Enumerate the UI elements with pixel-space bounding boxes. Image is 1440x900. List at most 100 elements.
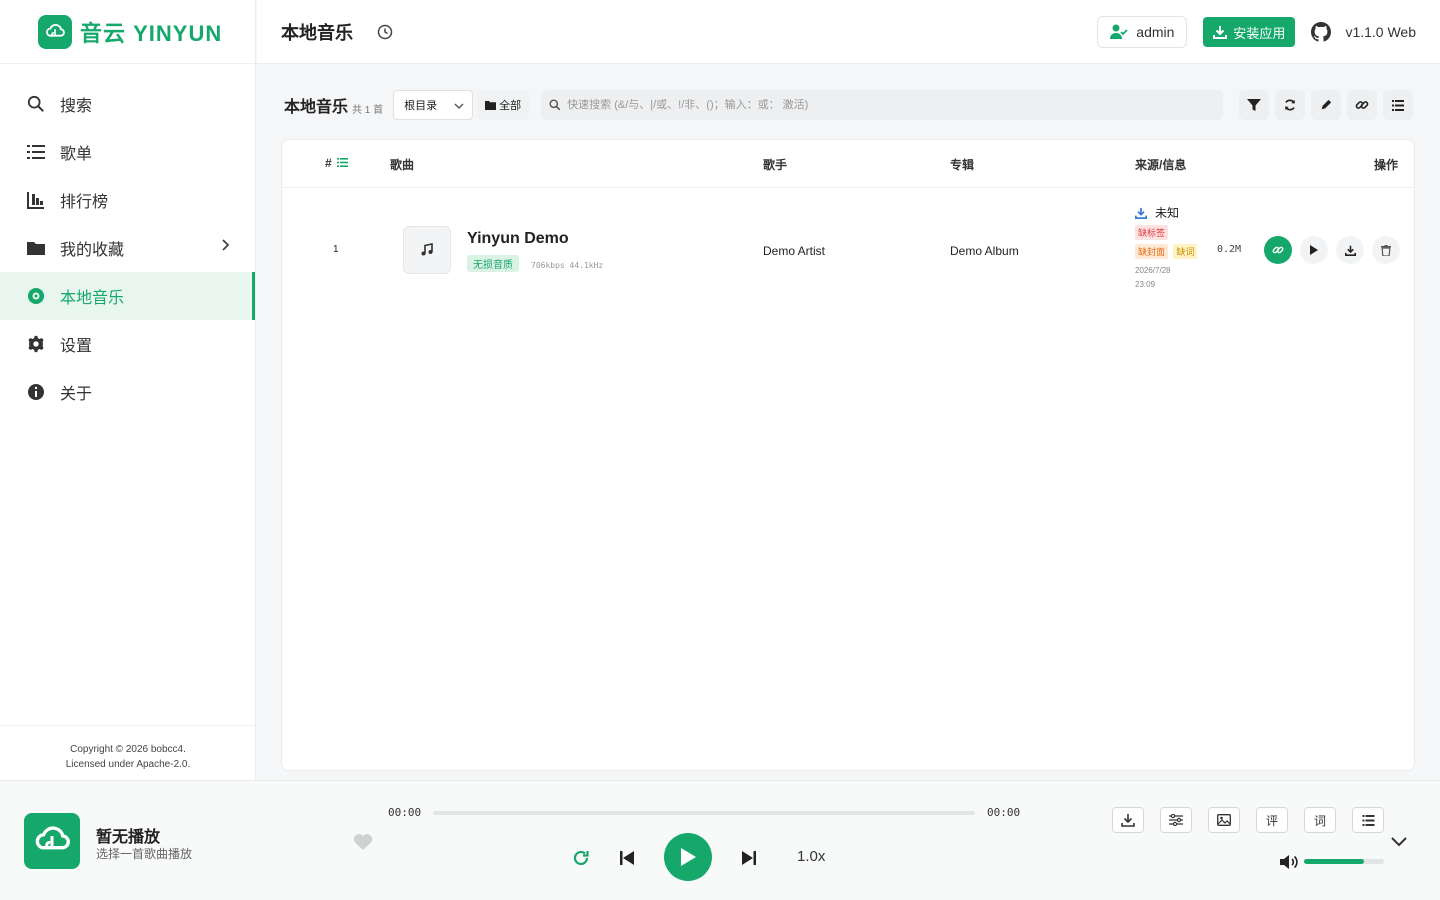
app-logo-icon [35, 826, 70, 850]
column-index[interactable]: # [325, 156, 349, 170]
search-input[interactable] [567, 99, 1208, 111]
table-row[interactable]: 1 Yinyun Demo 无损音质 706kbps 44.1kHz Demo A… [282, 200, 1414, 300]
filter-button[interactable] [1239, 90, 1270, 120]
sliders-icon [1169, 814, 1183, 826]
song-count: 共 1 首 [352, 104, 384, 116]
sidebar-item-charts[interactable]: 排行榜 [0, 176, 255, 224]
scope-all-button[interactable]: 全部 [477, 90, 530, 120]
sidebar-item-label: 本地音乐 [60, 290, 125, 307]
play-button[interactable] [664, 833, 712, 881]
added-date-day: 2026/7/28 [1135, 266, 1171, 275]
brand-logo[interactable]: 音云 YINYUN [0, 0, 255, 64]
app-logo-icon [38, 14, 72, 49]
column-actions: 操作 [1374, 158, 1399, 172]
refresh-icon [1285, 99, 1296, 111]
current-time: 00:00 [388, 806, 422, 819]
added-date: 2026/7/28 23:09 [1135, 264, 1255, 292]
volume-slider[interactable] [1304, 859, 1384, 864]
user-check-icon [1110, 24, 1128, 39]
install-app-button[interactable]: 安装应用 [1203, 17, 1296, 47]
search-icon [549, 99, 561, 111]
artist-cell: Demo Artist [763, 244, 826, 258]
now-playing-cover[interactable] [24, 813, 80, 869]
directory-value: 根目录 [404, 100, 438, 112]
lyrics-button[interactable]: 词 [1304, 807, 1336, 833]
next-button[interactable] [738, 847, 760, 869]
column-source[interactable]: 来源/信息 [1135, 156, 1186, 173]
history-icon[interactable] [377, 24, 393, 40]
sidebar-item-favorites[interactable]: 我的收藏 [0, 224, 255, 272]
list-title: 本地音乐 [284, 99, 349, 116]
edit-button[interactable] [1311, 90, 1342, 120]
heart-icon[interactable] [353, 833, 373, 856]
sidebar-item-label: 设置 [60, 338, 93, 355]
sort-icon [337, 158, 349, 167]
refresh-button[interactable] [1275, 90, 1306, 120]
volume-icon [1280, 855, 1298, 869]
missing-tags-line: 缺标签 [1135, 225, 1255, 240]
search-icon [26, 94, 46, 114]
sidebar-item-search[interactable]: 搜索 [0, 80, 255, 128]
column-album[interactable]: 专辑 [950, 156, 974, 173]
filter-icon [1247, 99, 1262, 111]
list-icon [1362, 814, 1374, 826]
column-index-label: # [325, 156, 332, 170]
skip-forward-icon [742, 851, 756, 865]
album-cell: Demo Album [950, 244, 1019, 258]
progress-bar[interactable] [433, 811, 975, 815]
scope-label: 全部 [499, 100, 522, 112]
play-icon [1310, 245, 1318, 255]
now-playing-title: 暂无播放 [96, 829, 161, 846]
directory-select[interactable]: 根目录 [393, 90, 474, 120]
gear-icon [26, 334, 46, 354]
download-icon [1135, 207, 1147, 219]
table-header: # 歌曲 歌手 专辑 来源/信息 操作 [282, 140, 1414, 188]
collapse-player-button[interactable] [1390, 833, 1408, 851]
sidebar-item-settings[interactable]: 设置 [0, 320, 255, 368]
delete-action-button[interactable] [1372, 236, 1400, 264]
missing-lyrics-badge: 缺词 [1173, 244, 1198, 259]
list-view-button[interactable] [1383, 90, 1414, 120]
github-icon[interactable] [1311, 22, 1332, 42]
song-table: # 歌曲 歌手 专辑 来源/信息 操作 1 Yinyun Demo 无损音质 70… [281, 139, 1415, 771]
column-song[interactable]: 歌曲 [390, 156, 414, 173]
repeat-button[interactable] [570, 847, 592, 869]
quick-search[interactable] [541, 90, 1224, 120]
link-action-button[interactable] [1264, 236, 1292, 264]
chevron-down-icon [454, 101, 464, 113]
column-artist[interactable]: 歌手 [763, 156, 787, 173]
comments-button[interactable]: 评 [1256, 807, 1288, 833]
link-button[interactable] [1347, 90, 1378, 120]
equalizer-button[interactable] [1160, 807, 1192, 833]
install-label: 安装应用 [1233, 25, 1286, 41]
play-action-button[interactable] [1300, 236, 1328, 264]
version-label: v1.1.0 Web [1345, 24, 1416, 40]
file-size: 0.2M [1217, 244, 1242, 255]
user-name: admin [1136, 24, 1175, 40]
sidebar-item-label: 我的收藏 [60, 242, 125, 259]
sidebar-item-local-music[interactable]: 本地音乐 [0, 272, 255, 320]
player-download-button[interactable] [1112, 807, 1144, 833]
row-index: 1 [333, 244, 339, 255]
chevron-right-icon [221, 238, 231, 257]
link-icon [1272, 246, 1284, 254]
song-title: Yinyun Demo [467, 230, 569, 248]
previous-button[interactable] [616, 847, 638, 869]
brand-name: 音云 YINYUN [80, 20, 223, 46]
queue-button[interactable] [1352, 807, 1384, 833]
sidebar-item-about[interactable]: 关于 [0, 368, 255, 416]
license-line: Licensed under Apache-2.0. [65, 759, 191, 770]
song-meta: 无损音质 706kbps 44.1kHz [467, 255, 603, 272]
download-action-button[interactable] [1336, 236, 1364, 264]
sidebar-item-playlists[interactable]: 歌单 [0, 128, 255, 176]
volume-button[interactable] [1279, 853, 1301, 871]
volume-fill [1304, 859, 1364, 864]
list-icon [26, 142, 46, 162]
user-button[interactable]: admin [1097, 16, 1188, 48]
playback-speed[interactable]: 1.0x [797, 848, 825, 865]
lossless-badge: 无损音质 [467, 255, 519, 272]
copyright-line: Copyright © 2026 bobcc4. [70, 744, 186, 755]
sidebar: 音云 YINYUN 搜索 歌单 排行榜 我的收藏 本地音乐 设置 关于 Copy… [0, 0, 256, 780]
cover-image-button[interactable] [1208, 807, 1240, 833]
player-bar: 暂无播放 选择一首歌曲播放 00:00 00:00 1.0x 评 词 [0, 780, 1440, 900]
